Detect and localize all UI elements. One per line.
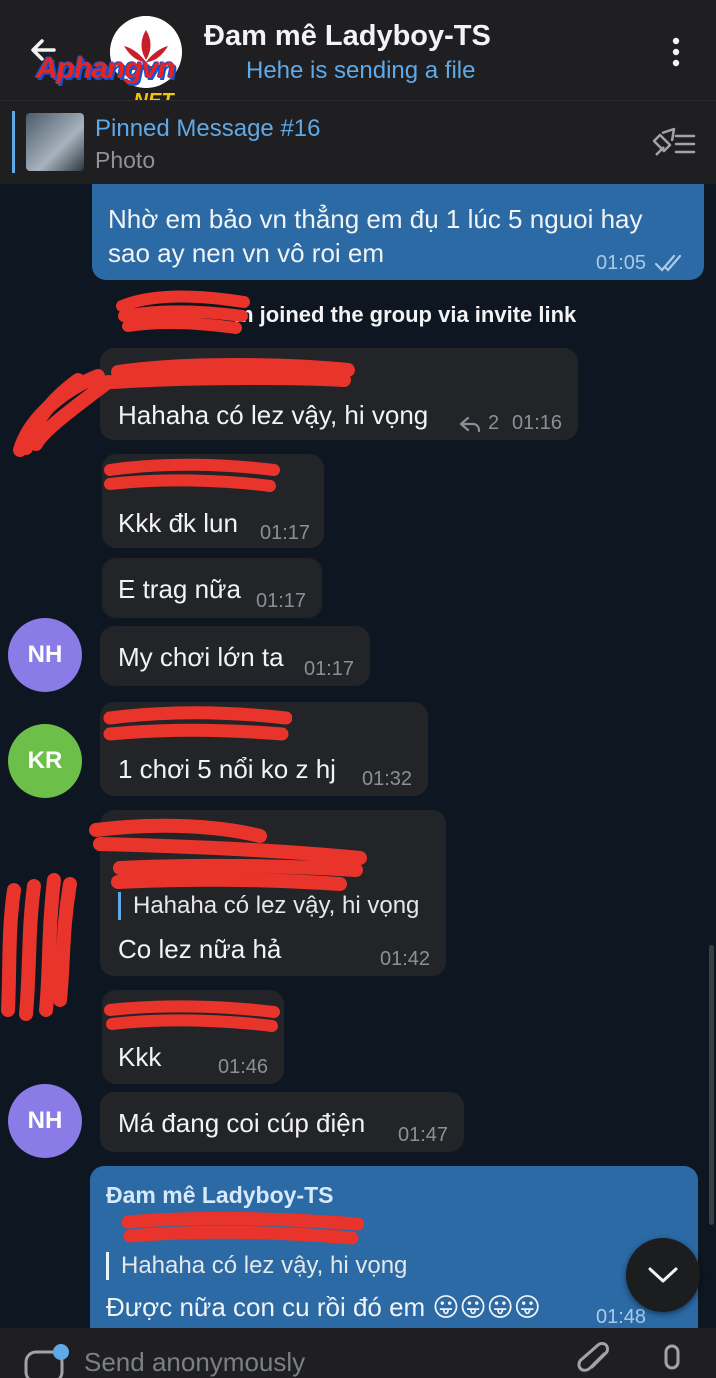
message-bubble-outgoing[interactable]: Đam mê Ladyboy-TS Hahaha có lez vậy, hi … [90, 1166, 698, 1328]
pinned-indicator [12, 111, 15, 173]
reply-quote[interactable]: Hahaha có lez vậy, hi vọng [118, 892, 419, 920]
message-text-line2: sao ay nen vn vô roi em [108, 238, 385, 268]
message-bubble-incoming[interactable]: My chơi lớn ta 01:17 [100, 626, 370, 686]
message-text: Má đang coi cúp điện [118, 1108, 366, 1138]
pinned-message-bar[interactable]: Pinned Message #16 Photo [0, 100, 716, 184]
message-time: 01:17 [260, 522, 311, 544]
message-bubble-incoming[interactable]: Hahaha có lez vậy, hi vọng Co lez nữa hả… [100, 810, 446, 976]
message-time: 01:17 [304, 658, 355, 680]
message-time: 01:17 [256, 590, 307, 612]
pinned-title: Pinned Message #16 [95, 115, 321, 142]
reply-count-icon [459, 416, 481, 433]
microphone-icon[interactable] [654, 1342, 690, 1378]
typing-status: Hehe is sending a file [246, 57, 476, 84]
user-avatar-nh[interactable]: NH [8, 618, 82, 692]
message-text: E trag nữa [118, 574, 241, 604]
message-bubble-outgoing[interactable]: Nhờ em bảo vn thẳng em đụ 1 lúc 5 nguoi … [92, 184, 704, 280]
message-text: My chơi lớn ta [118, 642, 284, 672]
message-text: Được nữa con cu rồi đó em 😛😛😛😛 [106, 1292, 541, 1322]
message-time: 01:16 [512, 412, 563, 434]
message-time: 01:05 [596, 252, 647, 274]
sender-name[interactable]: Đam mê Ladyboy-TS [106, 1182, 334, 1209]
double-check-icon [654, 254, 682, 272]
redaction-scribble [116, 290, 250, 334]
scrollbar[interactable] [709, 945, 714, 1225]
message-bubble-incoming[interactable]: Hahaha có lez vậy, hi vọng 2 01:16 [100, 348, 578, 440]
more-menu-icon[interactable] [664, 34, 688, 70]
watermark-logo: Aphangvn [36, 52, 176, 85]
chat-title[interactable]: Đam mê Ladyboy-TS [204, 20, 491, 53]
user-avatar-nh[interactable]: NH [8, 1084, 82, 1158]
attach-icon[interactable] [576, 1342, 612, 1378]
message-time: 01:47 [398, 1124, 449, 1146]
reply-quote[interactable]: Hahaha có lez vậy, hi vọng [106, 1252, 407, 1280]
message-text: Hahaha có lez vậy, hi vọng [118, 400, 429, 430]
message-text: 1 chơi 5 nổi ko z hj [118, 754, 336, 784]
message-composer [0, 1328, 716, 1378]
anonymous-avatar-icon[interactable] [24, 1342, 70, 1378]
message-bubble-incoming[interactable]: Má đang coi cúp điện 01:47 [100, 1092, 464, 1152]
chevron-down-icon [648, 1267, 678, 1283]
pinned-subtitle: Photo [95, 147, 156, 173]
message-time: 01:48 [596, 1306, 647, 1328]
chat-header: Đam mê Ladyboy-TS Hehe is sending a file… [0, 0, 716, 112]
message-text: Kkk đk lun [118, 508, 238, 538]
pinned-photo-thumbnail [26, 113, 84, 171]
message-time: 01:46 [218, 1056, 269, 1078]
user-avatar-kr[interactable]: KR [8, 724, 82, 798]
message-input[interactable] [84, 1342, 544, 1378]
message-time: 01:42 [380, 948, 431, 970]
reply-count: 2 [488, 412, 500, 434]
message-text: Kkk [118, 1042, 162, 1072]
scroll-down-button[interactable] [626, 1238, 700, 1312]
service-message: m joined the group via invite link [234, 302, 577, 327]
message-time: 01:32 [362, 768, 413, 790]
message-text: Co lez nữa hả [118, 934, 282, 964]
message-bubble-incoming[interactable]: E trag nữa 01:17 [102, 558, 322, 618]
message-text: Nhờ em bảo vn thẳng em đụ 1 lúc 5 nguoi … [108, 204, 643, 234]
message-bubble-incoming[interactable]: Kkk 01:46 [102, 990, 284, 1084]
message-bubble-incoming[interactable]: 1 chơi 5 nổi ko z hj 01:32 [100, 702, 428, 796]
message-bubble-incoming[interactable]: Kkk đk lun 01:17 [102, 454, 324, 548]
pinned-list-icon[interactable] [650, 127, 696, 161]
